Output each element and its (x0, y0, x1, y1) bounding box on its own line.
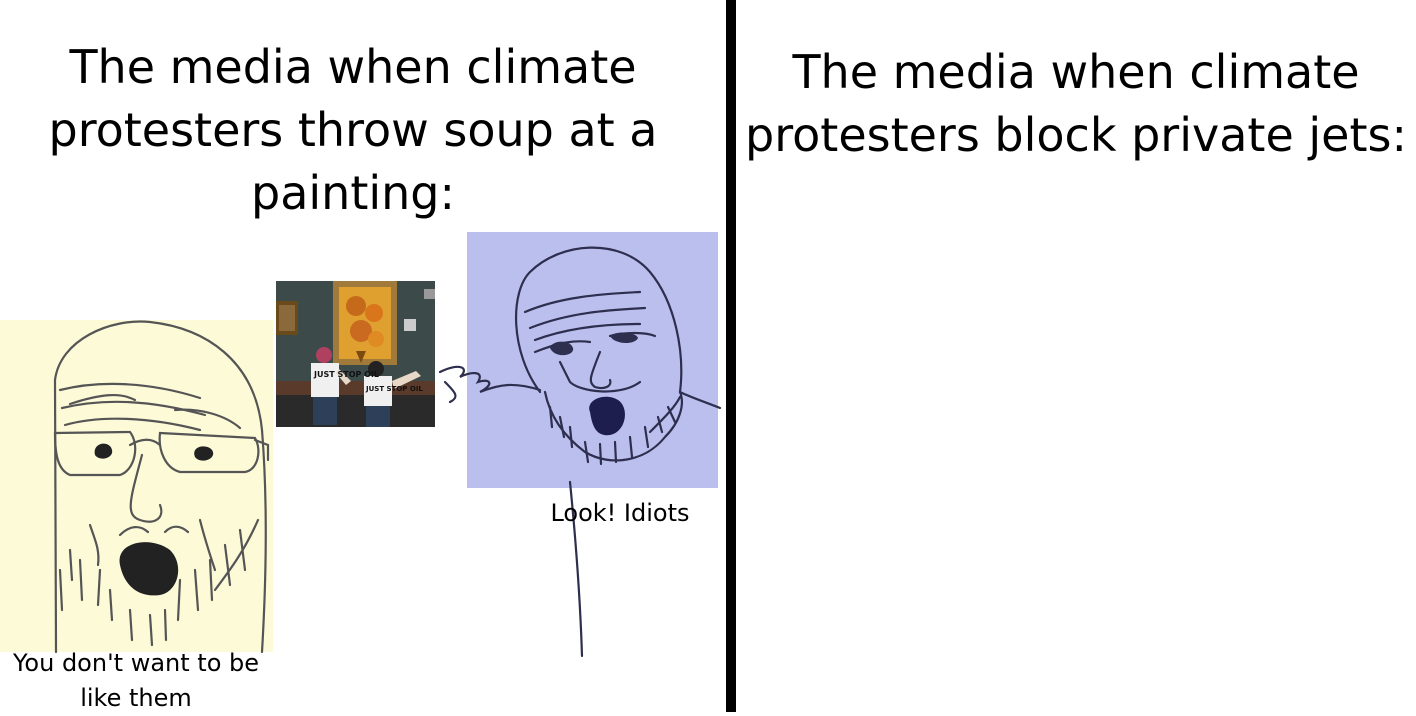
soup-painting-photo: JUST STOP OIL JUST STOP OIL (276, 281, 435, 427)
right-panel: The media when climate protesters block … (736, 0, 1416, 712)
soyjak-pointing-illustration (438, 232, 722, 658)
soyjak-glasses-illustration (0, 320, 273, 654)
left-caption: The media when climate protesters throw … (48, 40, 658, 220)
left-panel: The media when climate protesters throw … (0, 0, 726, 712)
shirt-text-right: JUST STOP OIL (365, 385, 423, 393)
shirt-text-left: JUST STOP OIL (313, 370, 379, 379)
left-soyjak-label: You don't want to be like them (12, 649, 260, 712)
right-caption: The media when climate protesters block … (745, 45, 1407, 162)
right-soyjak-label: Look! Idiots (550, 499, 690, 527)
panel-divider (726, 0, 736, 712)
